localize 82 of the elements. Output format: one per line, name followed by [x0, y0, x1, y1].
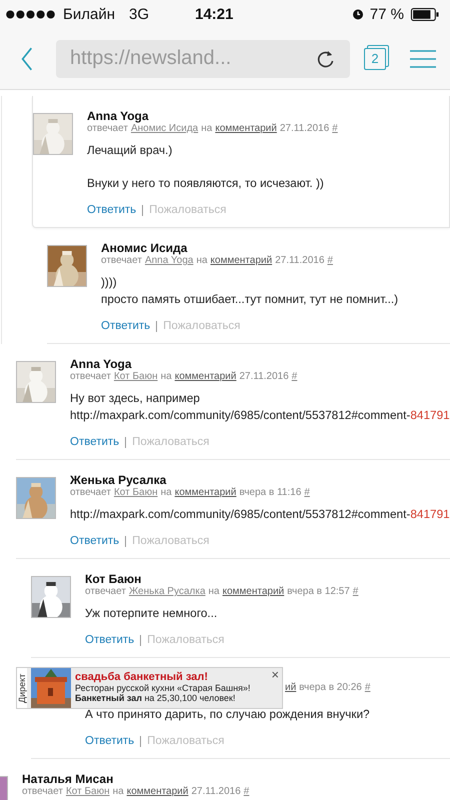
ad-label: Директ	[17, 668, 27, 708]
battery-percent: 77 %	[370, 6, 404, 22]
report-link[interactable]: Пожаловаться	[147, 735, 224, 747]
meta-text: на	[196, 255, 208, 266]
permalink[interactable]: #	[292, 371, 298, 382]
network-type: 3G	[128, 6, 149, 22]
meta-text: отвечает	[70, 371, 111, 382]
reply-link[interactable]: Ответить	[70, 436, 120, 448]
author-name: Аномис Исида	[101, 241, 188, 255]
report-link[interactable]: Пожаловаться	[132, 535, 210, 547]
comment-link[interactable]: ий	[285, 682, 296, 693]
comment-text: просто память отшибает...тут помнит, тут не помнит...)	[101, 291, 400, 308]
report-link[interactable]: Пожаловаться	[147, 634, 224, 646]
author-name: Кот Баюн	[85, 572, 142, 586]
ad-text: Банкетный зал на 25,30,100 человек!	[75, 693, 236, 703]
permalink[interactable]: #	[244, 786, 250, 797]
comment-link[interactable]: комментарий	[174, 487, 236, 498]
comment-text: Лечащий врач.)	[87, 142, 174, 159]
author-link[interactable]: Кот Баюн	[114, 487, 158, 498]
author-name: Женька Русалка	[70, 473, 166, 487]
report-link[interactable]: Пожаловаться	[149, 204, 226, 216]
permalink[interactable]: #	[332, 123, 338, 134]
comment-link[interactable]: комментарий	[222, 586, 284, 597]
comment-link-text: http://maxpark.com/community/6985/content/5537812#comment-841791	[70, 506, 450, 523]
meta-text: на	[112, 786, 124, 797]
author-link[interactable]: Anna Yoga	[144, 255, 194, 266]
reply-link[interactable]: Ответить	[85, 634, 134, 646]
permalink[interactable]: #	[364, 682, 370, 693]
comment-link[interactable]: комментарий	[215, 123, 277, 134]
author-name: Anna Yoga	[70, 357, 132, 371]
ad-text: Ресторан русской кухни «Старая Башня»!	[75, 683, 250, 693]
meta-text: отвечает	[70, 487, 111, 498]
comment-date: вчера в 12:57	[287, 586, 350, 597]
comment-link[interactable]: комментарий	[126, 786, 188, 797]
comment-date: вчера в 11:16	[239, 487, 302, 498]
comment-date: 27.11.2016	[280, 123, 330, 134]
battery-icon	[410, 8, 440, 20]
meta-text: отвечает	[85, 586, 126, 597]
reload-icon[interactable]	[316, 48, 336, 68]
comment-date: 27.11.2016	[275, 255, 324, 266]
signal-icon	[4, 10, 57, 18]
report-link[interactable]: Пожаловаться	[132, 436, 210, 448]
comment-date: 27.11.2016	[239, 371, 289, 382]
comment-link[interactable]: комментарий	[174, 371, 236, 382]
comment-text: Уж потерпите немного...	[85, 605, 218, 622]
reply-link[interactable]: Ответить	[87, 204, 136, 216]
permalink[interactable]: #	[352, 586, 358, 597]
author-link[interactable]: Кот Баюн	[114, 371, 158, 382]
address-bar[interactable]: https://newsland...	[56, 40, 350, 78]
comment-text: А что принято дарить, по случаю рождения внучки?	[85, 706, 371, 723]
author-link[interactable]: Женька Русалка	[128, 586, 206, 597]
comment-link[interactable]: комментарий	[210, 255, 272, 266]
author-name: Anna Yoga	[87, 109, 149, 123]
meta-text: на	[160, 487, 172, 498]
comment-text: Ну вот здесь, например	[70, 390, 201, 407]
comment-text: ))))	[101, 274, 118, 291]
author-link[interactable]: Аномис Исида	[130, 123, 198, 134]
meta-text: отвечает	[101, 255, 142, 266]
ad-title: свадьба банкетный зал!	[75, 671, 209, 683]
comment-date: вчера в 20:26	[299, 682, 362, 693]
permalink[interactable]: #	[304, 487, 310, 498]
comment-link-text: http://maxpark.com/community/6985/content/5537812#comment-841791	[70, 407, 450, 424]
meta-text: на	[160, 371, 172, 382]
ad-banner[interactable]: Директ свадьба банкетный зал! Ресторан русской кухни «Старая Башня»! Банкетный зал на 25,30,100 человек! ×	[16, 667, 283, 709]
author-link[interactable]: Кот Баюн	[66, 786, 110, 797]
permalink[interactable]: #	[327, 255, 333, 266]
comment-text: Внуки у него то появляются, то исчезают. ))	[87, 175, 325, 192]
tabs-button[interactable]: 2	[364, 48, 386, 70]
carrier-name: Билайн	[63, 6, 115, 22]
reply-link[interactable]: Ответить	[101, 320, 150, 332]
reply-link[interactable]: Ответить	[70, 535, 120, 547]
meta-text: на	[208, 586, 220, 597]
comment-date: 27.11.2016	[191, 786, 241, 797]
close-button[interactable]: ×	[271, 668, 279, 682]
author-name: Наталья Мисан	[22, 772, 114, 786]
clock: 14:21	[195, 6, 234, 22]
meta-text: отвечает	[87, 123, 128, 134]
reply-link[interactable]: Ответить	[85, 735, 134, 747]
meta-text: на	[201, 123, 212, 134]
back-button[interactable]	[20, 46, 34, 72]
meta-text: отвечает	[22, 786, 63, 797]
report-link[interactable]: Пожаловаться	[163, 320, 240, 332]
